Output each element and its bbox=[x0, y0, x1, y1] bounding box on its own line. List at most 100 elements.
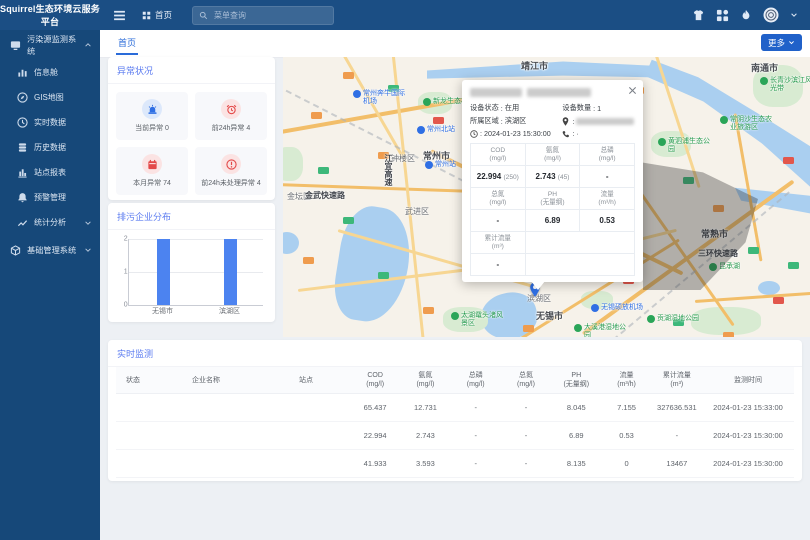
sidebar-item-0[interactable]: 信息舱 bbox=[0, 60, 100, 85]
column-header: PH(无量纲) bbox=[551, 371, 601, 389]
realtime-monitor-title: 实时监测 bbox=[108, 340, 802, 367]
sidebar-item-1[interactable]: GIS地图 bbox=[0, 85, 100, 110]
more-button[interactable]: 更多 bbox=[761, 34, 802, 51]
ph-cell: 8.135 bbox=[551, 459, 601, 468]
station-info-popup: 设备状态: 在用 设备数量: 1 所属区域: 滨湖区 : bbox=[462, 80, 643, 282]
road-badge bbox=[788, 262, 799, 269]
transport-icon bbox=[591, 304, 599, 312]
tab-home[interactable]: 首页 bbox=[118, 30, 136, 55]
popup-metrics-table: COD(mg/l)氨氮(mg/l)总磷(mg/l)22.994 (250)2.7… bbox=[470, 143, 635, 276]
compass-icon bbox=[17, 92, 28, 103]
metric-value-cell: 22.994 (250) bbox=[471, 166, 526, 188]
metric-value-cell: - bbox=[471, 254, 526, 276]
road-badge bbox=[343, 72, 354, 79]
breadcrumb[interactable]: 首页 bbox=[142, 9, 172, 21]
metric-header-cell: 总氮(mg/l) bbox=[471, 188, 526, 210]
column-header: 监测时间 bbox=[702, 376, 794, 385]
map-city-label: 无锡市 bbox=[536, 309, 563, 322]
chevron-down-icon bbox=[788, 39, 795, 46]
sidebar-item-label: 预警管理 bbox=[34, 192, 66, 203]
table-row[interactable]: 22.9942.743--6.890.53-2024-01-23 15:30:0… bbox=[116, 422, 794, 450]
chart-gridline bbox=[129, 272, 263, 273]
map-poi-blue-text: 常州北站 bbox=[427, 126, 455, 134]
warning-icon bbox=[221, 154, 241, 174]
map-poi-green-text: 贡湖湿地公园 bbox=[657, 315, 699, 323]
menu-search[interactable] bbox=[192, 6, 334, 25]
sidebar-group-0[interactable]: 污染源监测系统 bbox=[0, 30, 100, 60]
stat-card-label: 当前异常 0 bbox=[135, 123, 169, 133]
total_flow-cell: 327636.531 bbox=[652, 403, 702, 412]
metric-value-cell: - bbox=[580, 166, 635, 188]
layout-components-icon[interactable] bbox=[716, 9, 729, 22]
ammonia-cell: 3.593 bbox=[400, 459, 450, 468]
stat-card-1[interactable]: 前24h异常 4 bbox=[195, 92, 267, 140]
tab-active-underline bbox=[116, 53, 138, 55]
table-row[interactable]: 65.43712.731--8.0457.155327636.5312024-0… bbox=[116, 394, 794, 422]
tab-home-label: 首页 bbox=[118, 38, 136, 48]
x-axis-label: 滨湖区 bbox=[219, 306, 240, 316]
flow-cell: 7.155 bbox=[601, 403, 651, 412]
map-road-name-label: 江宜高速 bbox=[383, 154, 394, 186]
metric-header-cell: 累计流量(m³) bbox=[471, 232, 526, 254]
flow-cell: 0.53 bbox=[601, 431, 651, 440]
flame-icon[interactable] bbox=[740, 9, 752, 21]
chevron-down-icon bbox=[84, 246, 92, 254]
sidebar-group-label: 基础管理系统 bbox=[27, 244, 76, 256]
enterprise-distribution-chart: 210无锡市滨湖区 bbox=[116, 236, 265, 318]
sidebar-item-4[interactable]: 站点报表 bbox=[0, 160, 100, 185]
sidebar-item-5[interactable]: 预警管理 bbox=[0, 185, 100, 210]
alarm-clock-icon bbox=[221, 99, 241, 119]
total_flow-cell: - bbox=[652, 431, 702, 440]
phone-icon bbox=[562, 130, 570, 138]
metric-value-cell: 0.53 bbox=[580, 210, 635, 232]
park-area bbox=[691, 307, 761, 335]
alert-icon bbox=[17, 192, 28, 203]
metric-value-cell: 2.743 (45) bbox=[526, 166, 581, 188]
metric-empty-cell bbox=[526, 254, 635, 276]
map-district-label: 钟楼区 bbox=[391, 153, 415, 164]
realtime-monitor-card: 实时监测 状态企业名称站点COD(mg/l)氨氮(mg/l)总磷(mg/l)总氮… bbox=[108, 340, 802, 481]
main-area: 首页 更多 异常状况 当前异常 0前24h异常 4本月异常 74前24h未处理异… bbox=[100, 30, 810, 540]
stat-card-3[interactable]: 前24h未处理异常 4 bbox=[195, 147, 267, 195]
column-header: 累计流量(m³) bbox=[652, 371, 702, 389]
transport-icon bbox=[353, 90, 361, 98]
table-row[interactable]: 41.9333.593--8.1350134672024-01-23 15:30… bbox=[116, 450, 794, 478]
column-header: 状态 bbox=[116, 376, 150, 385]
breadcrumb-label: 首页 bbox=[155, 9, 172, 21]
transport-icon bbox=[425, 161, 433, 169]
hamburger-menu-icon[interactable] bbox=[112, 8, 126, 22]
search-input[interactable] bbox=[212, 10, 327, 21]
ph-cell: 8.045 bbox=[551, 403, 601, 412]
chart-plot-area: 210无锡市滨湖区 bbox=[128, 239, 263, 306]
y-axis-tick: 0 bbox=[124, 302, 128, 309]
sidebar-group-1[interactable]: 基础管理系统 bbox=[0, 235, 100, 265]
sidebar-item-6[interactable]: 统计分析 bbox=[0, 210, 100, 235]
popup-close-icon[interactable] bbox=[628, 86, 637, 95]
tp-cell: - bbox=[451, 431, 501, 440]
monitor-icon bbox=[10, 40, 21, 51]
popup-title-redacted bbox=[470, 88, 635, 97]
gis-map[interactable]: 靖江市南通市常州市无锡市常熟市金坛区武进区钟楼区滨湖区金武快速路江宜高速三环快速… bbox=[283, 57, 810, 337]
map-poi-blue: 无锡硕放机场 bbox=[591, 304, 643, 312]
stat-card-0[interactable]: 当前异常 0 bbox=[116, 92, 188, 140]
chevron-down-icon bbox=[84, 219, 92, 227]
theme-skin-icon[interactable] bbox=[692, 9, 705, 22]
realtime-table: 状态企业名称站点COD(mg/l)氨氮(mg/l)总磷(mg/l)总氮(mg/l… bbox=[108, 367, 802, 478]
user-avatar[interactable] bbox=[763, 7, 779, 23]
sidebar: 污染源监测系统信息舱GIS地图实时数据历史数据站点报表预警管理统计分析基础管理系… bbox=[0, 30, 100, 540]
ammonia-cell: 12.731 bbox=[400, 403, 450, 412]
map-poi-green: 大溪港湿地公园 bbox=[574, 324, 626, 337]
flow-cell: 0 bbox=[601, 459, 651, 468]
sidebar-item-3[interactable]: 历史数据 bbox=[0, 135, 100, 160]
app-window: Squirrel生态环境云服务平台 首页 bbox=[0, 0, 810, 540]
stat-card-label: 本月异常 74 bbox=[133, 178, 171, 188]
road-badge bbox=[783, 157, 794, 164]
report-icon bbox=[17, 167, 28, 178]
stat-card-2[interactable]: 本月异常 74 bbox=[116, 147, 188, 195]
road-badge bbox=[773, 297, 784, 304]
sidebar-item-2[interactable]: 实时数据 bbox=[0, 110, 100, 135]
chevron-down-icon[interactable] bbox=[790, 11, 798, 19]
tn-cell: - bbox=[501, 403, 551, 412]
ph-cell: 6.89 bbox=[551, 431, 601, 440]
map-poi-blue-text: 常州站 bbox=[435, 161, 456, 169]
